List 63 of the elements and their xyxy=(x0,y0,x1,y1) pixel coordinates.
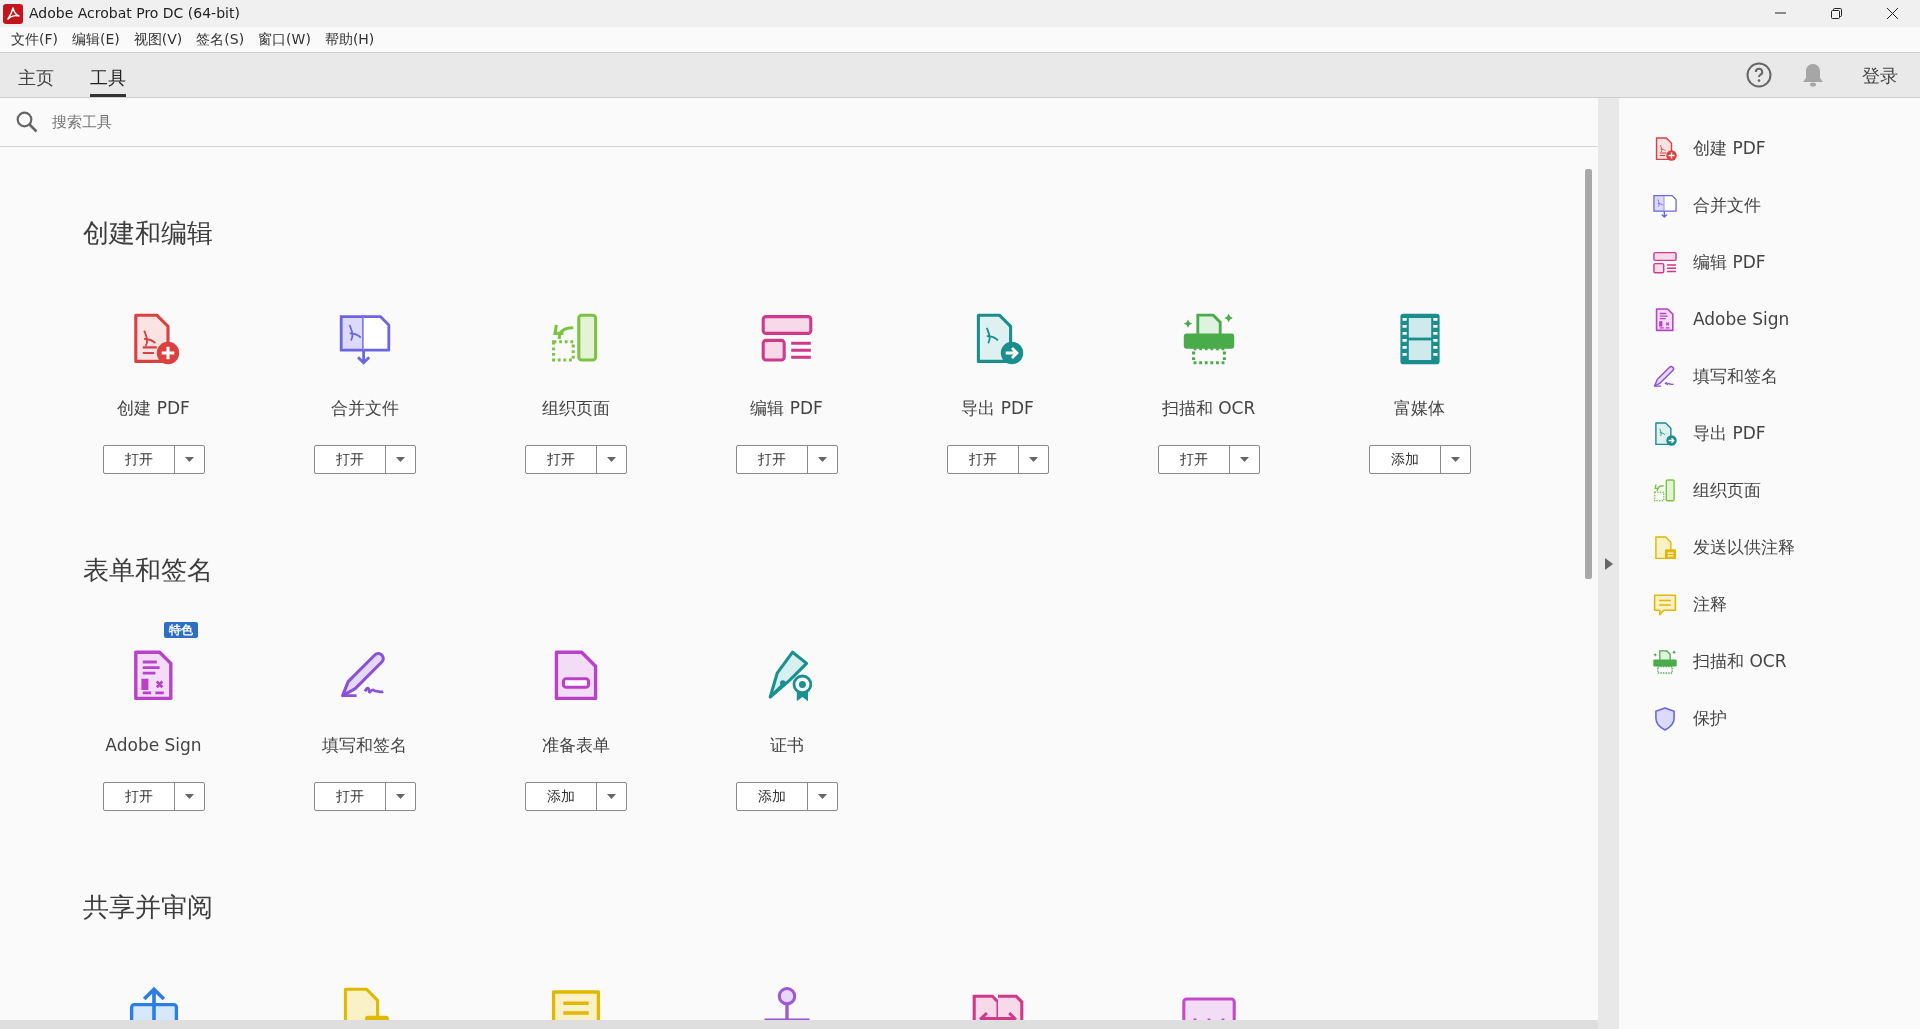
caret-icon xyxy=(817,457,827,463)
tool-label: Adobe Sign xyxy=(105,734,202,757)
menu-item[interactable]: 窗口(W) xyxy=(251,29,318,50)
caret-icon xyxy=(395,794,405,800)
section-heading: 创建和编辑 xyxy=(83,217,214,251)
tool-list-item[interactable]: 注释 xyxy=(1619,576,1920,633)
sign-in-link[interactable]: 登录 xyxy=(1856,60,1904,90)
tool-list-item[interactable]: 扫描和 OCR xyxy=(1619,633,1920,690)
caret-icon xyxy=(606,794,616,800)
menu-item[interactable]: 帮助(H) xyxy=(317,29,382,50)
expand-arrow-icon[interactable] xyxy=(1604,557,1613,570)
page-arrow-icon xyxy=(1652,477,1678,504)
notification-bell-icon[interactable] xyxy=(1802,63,1824,87)
tool-label: 导出 PDF xyxy=(961,397,1034,420)
layout-icon xyxy=(1652,249,1678,276)
tool-label: 组织页面 xyxy=(541,397,610,420)
tool-list-item[interactable]: 创建 PDF xyxy=(1619,120,1920,177)
tool-label: 扫描和 OCR xyxy=(1161,397,1256,420)
section-heading: 共享并审阅 xyxy=(83,891,214,925)
menu-item[interactable]: 文件(F) xyxy=(4,29,65,50)
shield-icon xyxy=(1652,705,1678,732)
documents-arrow-icon xyxy=(1652,192,1678,219)
app-logo-icon xyxy=(3,3,23,24)
menu-item[interactable]: 编辑(E) xyxy=(65,29,127,50)
search-field[interactable]: 搜索工具 xyxy=(50,109,350,135)
menu-item[interactable]: 视图(V) xyxy=(126,29,190,50)
scrollbar-thumb[interactable] xyxy=(1584,169,1592,580)
search-icon xyxy=(16,111,38,134)
tool-list-item[interactable]: 保护 xyxy=(1619,690,1920,747)
caret-icon xyxy=(1450,457,1460,463)
caret-icon xyxy=(395,457,405,463)
caret-icon xyxy=(606,457,616,463)
caret-icon xyxy=(184,794,194,800)
tool-list-item[interactable]: Adobe Sign xyxy=(1619,291,1920,348)
caret-icon xyxy=(1239,457,1249,463)
tool-label: 富媒体 xyxy=(1394,397,1445,420)
caret-icon xyxy=(817,794,827,800)
restore-icon xyxy=(1830,8,1842,19)
caret-icon xyxy=(184,457,194,463)
tool-label: 证书 xyxy=(769,734,804,757)
tool-label: 创建 PDF xyxy=(117,397,190,420)
tool-list-item[interactable]: 组织页面 xyxy=(1619,462,1920,519)
document-arrow-icon xyxy=(1652,420,1678,447)
tab[interactable]: 主页 xyxy=(18,61,54,97)
tool-label: 填写和签名 xyxy=(322,734,407,757)
help-icon[interactable] xyxy=(1746,62,1772,88)
tool-label: 编辑 PDF xyxy=(750,397,823,420)
tool-list-item[interactable]: 编辑 PDF xyxy=(1619,234,1920,291)
printer-icon xyxy=(1652,648,1678,675)
caret-icon xyxy=(1028,457,1038,463)
menu-item[interactable]: 签名(S) xyxy=(189,29,252,50)
section-heading: 表单和签名 xyxy=(83,554,214,588)
featured-badge: 特色 xyxy=(163,622,198,639)
comment-icon xyxy=(1652,591,1678,618)
window-title: Adobe Acrobat Pro DC (64-bit) xyxy=(29,4,240,23)
tool-label: 合并文件 xyxy=(330,397,399,420)
tool-list-item[interactable]: 导出 PDF xyxy=(1619,405,1920,462)
tool-list-item[interactable]: 合并文件 xyxy=(1619,177,1920,234)
tool-list-item[interactable]: 填写和签名 xyxy=(1619,348,1920,405)
document-comment-icon xyxy=(1652,534,1678,561)
tool-label: 准备表单 xyxy=(541,734,610,757)
close-icon xyxy=(1886,8,1898,19)
tool-list-item[interactable]: 发送以供注释 xyxy=(1619,519,1920,576)
